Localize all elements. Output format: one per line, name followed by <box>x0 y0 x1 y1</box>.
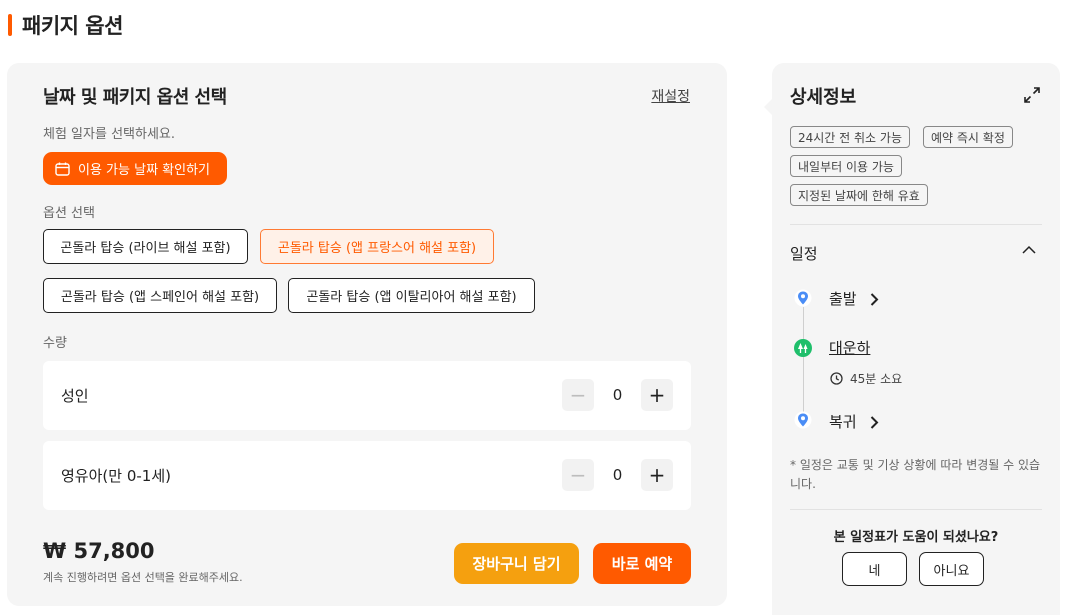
clock-icon <box>830 372 843 385</box>
page-title: 패키지 옵션 <box>8 10 123 40</box>
price-note: 계속 진행하려면 옵션 선택을 완료해주세요. <box>43 571 243 584</box>
option-app-french[interactable]: 곤돌라 탑승 (앱 프랑스어 해설 포함) <box>260 229 494 264</box>
check-dates-button[interactable]: 이용 가능 날짜 확인하기 <box>43 152 227 185</box>
chevron-right-icon[interactable] <box>870 293 879 306</box>
tag-available-tomorrow: 내일부터 이용 가능 <box>790 155 902 177</box>
quantity-value: 0 <box>612 466 623 484</box>
decrease-button[interactable]: − <box>562 459 594 491</box>
duration-text: 45분 소요 <box>850 372 903 386</box>
option-app-italian[interactable]: 곤돌라 탑승 (앱 이탈리아어 해설 포함) <box>288 278 535 313</box>
section-heading: 날짜 및 패키지 옵션 선택 <box>43 87 227 108</box>
calendar-icon <box>55 162 70 176</box>
stop-return: 복귀 <box>829 413 857 431</box>
option-live-guide[interactable]: 곤돌라 탑승 (라이브 해설 포함) <box>43 229 248 264</box>
reset-link[interactable]: 재설정 <box>651 86 690 106</box>
option-app-spanish[interactable]: 곤돌라 탑승 (앱 스페인어 해설 포함) <box>43 278 277 313</box>
tag-free-cancel: 24시간 전 취소 가능 <box>790 126 910 148</box>
schedule-title: 일정 <box>790 245 818 263</box>
total-price: ₩ 57,800 <box>43 539 155 563</box>
details-title: 상세정보 <box>790 87 857 108</box>
location-pin-icon <box>794 289 812 307</box>
title-accent-bar <box>8 14 12 36</box>
quantity-value: 0 <box>612 386 623 404</box>
stop-grand-canal-link[interactable]: 대운하 <box>829 337 870 358</box>
page-title-text: 패키지 옵션 <box>22 14 123 38</box>
increase-button[interactable]: + <box>641 379 673 411</box>
quantity-stepper: − 0 + <box>562 379 673 411</box>
increase-button[interactable]: + <box>641 459 673 491</box>
park-icon <box>794 339 812 357</box>
tag-instant-confirm: 예약 즉시 확정 <box>923 126 1013 148</box>
timeline-line <box>803 307 804 419</box>
quantity-label: 수량 <box>43 336 67 351</box>
tag-valid-date: 지정된 날짜에 한해 유효 <box>790 184 928 206</box>
feedback-no-button[interactable]: 아니요 <box>919 552 984 586</box>
feedback-question: 본 일정표가 도움이 되셨나요? <box>833 530 999 545</box>
date-prompt-label: 체험 일자를 선택하세요. <box>43 127 175 142</box>
quantity-row-infant: 영유아(만 0-1세) − 0 + <box>43 441 691 510</box>
decrease-button[interactable]: − <box>562 379 594 411</box>
book-now-button[interactable]: 바로 예약 <box>593 543 691 584</box>
add-to-cart-button[interactable]: 장바구니 담기 <box>454 543 579 584</box>
quantity-row-adult: 성인 − 0 + <box>43 361 691 430</box>
divider <box>790 224 1042 225</box>
divider <box>790 509 1042 510</box>
stop-departure: 출발 <box>829 290 857 308</box>
details-panel: 상세정보 24시간 전 취소 가능 예약 즉시 확정 내일부터 이용 가능 지정… <box>764 63 1060 615</box>
expand-icon[interactable] <box>1024 87 1040 103</box>
chevron-right-icon[interactable] <box>870 416 879 429</box>
duration-info: 45분 소요 <box>830 370 902 387</box>
feedback-yes-button[interactable]: 네 <box>842 552 907 586</box>
schedule-note: * 일정은 교통 및 기상 상황에 따라 변경될 수 있습니다. <box>790 458 1041 491</box>
panel-pointer <box>764 99 772 115</box>
quantity-stepper: − 0 + <box>562 459 673 491</box>
quantity-row-label: 영유아(만 0-1세) <box>61 467 171 485</box>
quantity-row-label: 성인 <box>61 387 89 405</box>
location-pin-icon <box>794 411 812 429</box>
chevron-up-icon[interactable] <box>1022 245 1036 255</box>
check-dates-label: 이용 가능 날짜 확인하기 <box>78 163 210 178</box>
package-option-card: 날짜 및 패키지 옵션 선택 재설정 체험 일자를 선택하세요. 이용 가능 날… <box>7 63 727 606</box>
options-label: 옵션 선택 <box>43 206 95 221</box>
